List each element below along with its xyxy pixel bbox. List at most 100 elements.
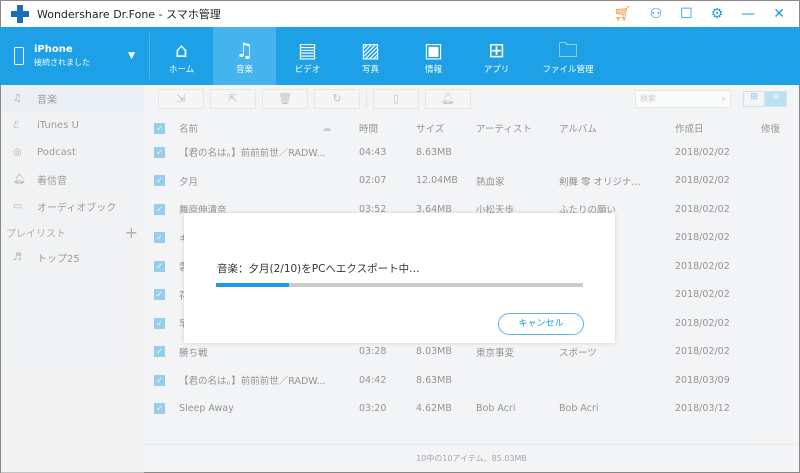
sidebar-item-top25[interactable]: ♬ トップ25 <box>1 244 144 271</box>
tab-label: ビデオ <box>294 65 321 75</box>
table-cell: 8.03MB <box>416 346 452 357</box>
table-cell: 勝ち戦 <box>179 347 208 359</box>
table-row[interactable]: ✓ 夕月 02:07 12.04MB 熱血家 剣舞 零 オリジナ... 2018/02/02 <box>144 167 799 195</box>
add-playlist-icon[interactable]: + <box>125 223 138 242</box>
sidebar-item-label: 着信音 <box>37 176 67 187</box>
apps-icon: ⊞ <box>488 38 505 62</box>
table-cell: Bob Acri <box>559 403 599 414</box>
table-cell: 【君の名は。】前前前世／RADW... <box>179 376 326 387</box>
checkbox[interactable]: ✓ <box>154 346 165 357</box>
sidebar-item-ringtone[interactable]: 🔔︎ 着信音 <box>1 166 144 193</box>
device-selector[interactable]: iPhone 接続されました ▼ <box>0 33 150 79</box>
table-cell: 2018/02/02 <box>675 317 730 329</box>
home-icon: ⌂ <box>175 38 188 62</box>
table-cell: 12.04MB <box>416 175 458 186</box>
checkbox[interactable]: ✓ <box>154 203 165 215</box>
checkbox[interactable]: ✓ <box>154 260 165 272</box>
table-cell: 2018/03/09 <box>675 374 730 386</box>
export-progress-dialog: 音楽：夕月(2/10)をPCへエクスポート中… キャンセル <box>184 213 615 343</box>
table-cell: 04:43 <box>359 146 387 158</box>
title-bar: Wondershare Dr.Fone - スマホ管理 🛒︎ ⚇ ☐ ⚙ — ✕ <box>0 0 800 27</box>
list-view-button[interactable]: ≡ <box>765 91 787 107</box>
table-cell: 2018/02/02 <box>675 232 730 243</box>
export-button[interactable]: ⇱ <box>210 89 256 109</box>
table-cell: 02:07 <box>359 175 387 186</box>
device-button[interactable]: ▯ <box>373 89 419 109</box>
checkbox[interactable]: ✓ <box>154 232 165 243</box>
table-cell: Bob Acri <box>476 403 516 414</box>
table-cell: Sleep Away <box>179 403 234 414</box>
settings-icon[interactable]: ⚙ <box>711 6 724 22</box>
playlist-icon: ♬ <box>13 252 22 263</box>
tab-apps[interactable]: ⊞ アプリ <box>465 27 528 85</box>
table-cell: 2018/02/02 <box>675 146 730 158</box>
tab-label: アプリ <box>483 65 510 75</box>
refresh-button[interactable]: ↻ <box>314 89 360 109</box>
import-button[interactable]: ⇲ <box>158 89 204 109</box>
table-cell: 夕月 <box>179 176 199 188</box>
photo-icon: ▨ <box>361 38 380 62</box>
checkbox[interactable]: ✓ <box>154 403 165 414</box>
table-cell: 2018/02/02 <box>675 175 730 186</box>
feedback-icon[interactable]: ☐ <box>680 6 693 22</box>
cancel-button[interactable]: キャンセル <box>498 313 584 335</box>
folder-icon: 🗀︎ <box>558 38 578 62</box>
tab-music[interactable]: ♫ 音楽 <box>213 27 276 85</box>
window-title: Wondershare Dr.Fone - スマホ管理 <box>37 8 221 21</box>
minimize-icon[interactable]: — <box>741 6 755 22</box>
sidebar-item-label: オーディオブック <box>37 203 117 214</box>
checkbox[interactable]: ✓ <box>154 175 165 186</box>
close-icon[interactable]: ✕ <box>773 6 785 22</box>
playlist-header: プレイリスト + <box>1 220 144 244</box>
table-row[interactable]: ✓ 【君の名は。】前前前世／RADW... 04:42 8.63MB 2018/03/0… <box>144 366 799 394</box>
user-icon[interactable]: ⚇ <box>650 6 663 22</box>
tab-photo[interactable]: ▨ 写真 <box>339 27 402 85</box>
tab-label: 音楽 <box>235 65 253 75</box>
chevron-down-icon[interactable]: ▼ <box>128 51 135 61</box>
table-row[interactable]: ✓ 【君の名は。】前前前世／RADW... 04:43 8.63MB 2018/02/0… <box>144 138 799 166</box>
search-input[interactable]: 検索 ⌕ <box>635 90 731 108</box>
checkbox[interactable]: ✓ <box>154 146 165 158</box>
tab-home[interactable]: ⌂ ホーム <box>150 27 213 85</box>
tab-file-manager[interactable]: 🗀︎ ファイル管理 <box>528 27 608 85</box>
table-cell: 東京事変 <box>476 347 515 359</box>
ringtone-button[interactable]: 🔔︎ <box>425 89 471 109</box>
checkbox[interactable]: ✓ <box>154 122 165 134</box>
column-header[interactable]: アルバム <box>559 121 597 135</box>
checkbox[interactable]: ✓ <box>154 317 165 329</box>
status-footer: 10中の10アイテム、85.03MB <box>144 444 799 472</box>
search-placeholder: 検索 <box>640 94 656 103</box>
table-cell: 2018/02/02 <box>675 346 730 357</box>
progress-fill <box>216 283 290 287</box>
top-nav: iPhone 接続されました ▼ ⌂ ホーム ♫ 音楽 ▤ ビデオ ▨ 写真 ▣ 情報 ⊞ ア… <box>0 27 800 85</box>
sidebar-item-music[interactable]: ♫ 音楽 <box>1 85 144 112</box>
sidebar-item-podcast[interactable]: ◎ Podcast <box>1 139 144 166</box>
sidebar-item-itunes-u[interactable]: ℰiTunes U <box>1 112 144 139</box>
column-header[interactable]: サイズ <box>416 121 444 135</box>
table-cell: 2018/02/02 <box>675 289 730 300</box>
device-name: iPhone <box>34 44 73 55</box>
table-cell: 熱血家 <box>476 176 505 188</box>
table-cell: 8.63MB <box>416 374 452 386</box>
column-header[interactable]: 時間 <box>359 121 378 135</box>
itunes-u-icon: ℰ <box>13 120 20 131</box>
tab-video[interactable]: ▤ ビデオ <box>276 27 339 85</box>
checkbox[interactable]: ✓ <box>154 289 165 300</box>
table-cell: 04:42 <box>359 374 387 386</box>
column-header[interactable]: 名前 <box>179 121 198 135</box>
cart-icon[interactable]: 🛒︎ <box>614 6 632 22</box>
sidebar-item-audiobook[interactable]: ▭ オーディオブック <box>1 193 144 220</box>
column-header[interactable]: アーティスト <box>476 121 532 135</box>
table-row[interactable]: ✓ Sleep Away 03:20 4.62MB Bob Acri Bob Acri 20… <box>144 395 799 423</box>
checkbox[interactable]: ✓ <box>154 374 165 386</box>
toolbar: ⇲ ⇱ 🗑︎ ↻ ▯ 🔔︎ 検索 ⌕ ⊞ ≡ <box>144 85 799 113</box>
grid-view-button[interactable]: ⊞ <box>743 91 765 107</box>
bell-icon: 🔔︎ <box>13 174 26 185</box>
column-header[interactable]: 作成日 <box>675 121 704 135</box>
phone-icon <box>14 47 24 65</box>
column-header[interactable]: 修復 <box>761 121 780 135</box>
audiobook-icon: ▭ <box>13 201 23 212</box>
delete-button[interactable]: 🗑︎ <box>262 89 308 109</box>
table-cell: 03:20 <box>359 403 387 414</box>
tab-info[interactable]: ▣ 情報 <box>402 27 465 85</box>
